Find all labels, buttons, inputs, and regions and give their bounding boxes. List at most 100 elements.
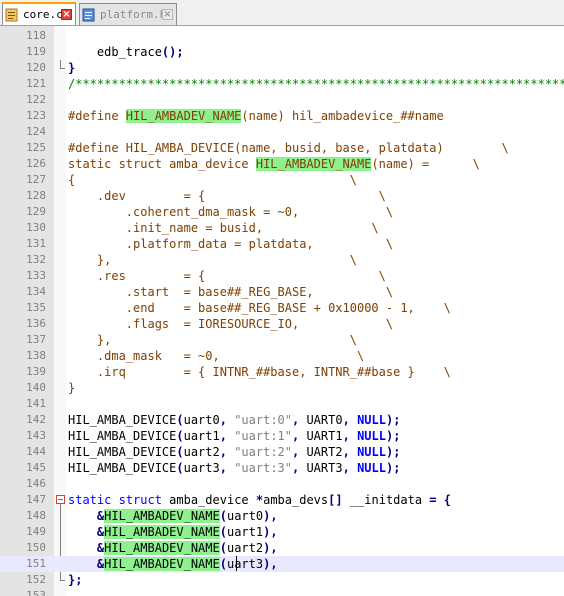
line-number: 149 bbox=[26, 525, 46, 538]
code-line[interactable]: 142 HIL_AMBA_DEVICE(uart0, "uart:0", UART… bbox=[0, 412, 564, 428]
highlighted-token: HIL_AMBADEV_NAME bbox=[104, 541, 220, 555]
code-text: .platform_data = platdata, \ bbox=[68, 236, 393, 252]
code-token: , bbox=[270, 541, 278, 555]
code-line[interactable]: 131 .platform_data = platdata, \ bbox=[0, 236, 564, 252]
code-line[interactable]: 133 .res = { \ bbox=[0, 268, 564, 284]
code-line[interactable]: 129 .coherent_dma_mask = ~0, \ bbox=[0, 204, 564, 220]
code-token: , bbox=[342, 429, 350, 443]
code-line[interactable]: 132 }, \ bbox=[0, 252, 564, 268]
highlighted-token: HIL_AMBADEV_NAME bbox=[104, 525, 220, 539]
code-token: ( bbox=[176, 445, 184, 459]
line-number: 135 bbox=[26, 301, 46, 314]
line-number: 133 bbox=[26, 269, 46, 282]
code-token: ; bbox=[393, 413, 401, 427]
code-line[interactable]: 136 .flags = IORESOURCE_IO, \ bbox=[0, 316, 564, 332]
code-text: .start = base##_REG_BASE, \ bbox=[68, 284, 393, 300]
line-number: 148 bbox=[26, 509, 46, 522]
code-text: HIL_AMBA_DEVICE(uart2, "uart:2", UART2, … bbox=[68, 444, 400, 460]
code-line[interactable]: 144 HIL_AMBA_DEVICE(uart2, "uart:2", UART… bbox=[0, 444, 564, 460]
code-line[interactable]: 150 &HIL_AMBADEV_NAME(uart2), bbox=[0, 540, 564, 556]
code-token: { \ bbox=[68, 173, 357, 187]
code-line[interactable]: 135 .end = base##_REG_BASE + 0x10000 - 1… bbox=[0, 300, 564, 316]
code-token: ( bbox=[219, 557, 227, 571]
close-icon[interactable]: × bbox=[162, 9, 173, 20]
code-token: .start = base##_REG_BASE, \ bbox=[68, 285, 394, 299]
code-line[interactable]: 145 HIL_AMBA_DEVICE(uart3, "uart:3", UART… bbox=[0, 460, 564, 476]
code-line[interactable]: 134 .start = base##_REG_BASE, \ bbox=[0, 284, 564, 300]
code-line[interactable]: 153 bbox=[0, 588, 564, 596]
code-token: [] bbox=[328, 493, 343, 507]
code-token: UART3 bbox=[299, 461, 343, 475]
code-line[interactable]: 127 { \ bbox=[0, 172, 564, 188]
code-token: , bbox=[219, 461, 227, 475]
code-text: HIL_AMBA_DEVICE(uart3, "uart:3", UART3, … bbox=[68, 460, 400, 476]
code-token: HIL_AMBA_DEVICE bbox=[68, 429, 177, 443]
code-line[interactable]: 125 #define HIL_AMBA_DEVICE(name, busid, … bbox=[0, 140, 564, 156]
code-line[interactable]: 141 bbox=[0, 396, 564, 412]
line-number: 152 bbox=[26, 573, 46, 586]
tab-core-c[interactable]: core.c × bbox=[2, 2, 76, 25]
file-icon bbox=[5, 8, 18, 21]
code-line[interactable]: 149 &HIL_AMBADEV_NAME(uart1), bbox=[0, 524, 564, 540]
code-token: static struct amba_device bbox=[68, 157, 256, 171]
code-token: ( bbox=[219, 525, 227, 539]
code-line[interactable]: 152}; bbox=[0, 572, 564, 588]
code-token: struct bbox=[118, 493, 162, 507]
code-line[interactable]: 151 &HIL_AMBADEV_NAME(uart3), bbox=[0, 556, 564, 572]
code-text: .res = { \ bbox=[68, 268, 386, 284]
code-token: uart3 bbox=[183, 461, 220, 475]
code-line[interactable]: 143 HIL_AMBA_DEVICE(uart1, "uart:1", UART… bbox=[0, 428, 564, 444]
code-line[interactable]: 120} bbox=[0, 60, 564, 76]
code-text: } bbox=[68, 60, 75, 76]
code-token: ; bbox=[393, 445, 401, 459]
code-token: , bbox=[219, 429, 227, 443]
code-line[interactable]: 128 .dev = { \ bbox=[0, 188, 564, 204]
code-text: }, \ bbox=[68, 252, 357, 268]
code-line[interactable]: 130 .init_name = busid, \ bbox=[0, 220, 564, 236]
code-line[interactable]: 122 bbox=[0, 92, 564, 108]
code-token: , bbox=[219, 413, 227, 427]
highlighted-token: HIL_AMBADEV_NAME bbox=[255, 157, 372, 171]
line-number: 151 bbox=[26, 557, 46, 570]
code-token: NULL bbox=[357, 429, 386, 443]
code-line[interactable]: 124 bbox=[0, 124, 564, 140]
line-number: 142 bbox=[26, 413, 46, 426]
code-token: ( bbox=[176, 413, 184, 427]
code-token: ( bbox=[176, 429, 184, 443]
code-line[interactable]: 119 edb_trace(); bbox=[0, 44, 564, 60]
highlighted-token: HIL_AMBADEV_NAME bbox=[104, 557, 220, 571]
code-line[interactable]: 121 /************************************… bbox=[0, 76, 564, 92]
line-number: 122 bbox=[26, 93, 46, 106]
code-line[interactable]: 148 &HIL_AMBADEV_NAME(uart0), bbox=[0, 508, 564, 524]
code-token: __initdata bbox=[342, 493, 430, 507]
line-number: 137 bbox=[26, 333, 46, 346]
line-number: 147 bbox=[26, 493, 46, 506]
code-line[interactable]: 138 .dma_mask = ~0, \ bbox=[0, 348, 564, 364]
tab-label: core.c bbox=[23, 8, 61, 21]
code-line[interactable]: 147 static struct amba_device *amba_devs[… bbox=[0, 492, 564, 508]
code-token: UART0 bbox=[299, 413, 343, 427]
code-token: uart1 bbox=[226, 525, 264, 539]
code-line[interactable]: 140} bbox=[0, 380, 564, 396]
code-line[interactable]: 118 bbox=[0, 28, 564, 44]
code-editor[interactable]: 118 119 edb_trace(); 120} 121/*************… bbox=[0, 26, 564, 596]
code-line[interactable]: 139 .irq = { INTNR_##base, INTNR_##base … bbox=[0, 364, 564, 380]
code-line[interactable]: 137 }, \ bbox=[0, 332, 564, 348]
code-token: .res = { \ bbox=[68, 269, 386, 283]
code-line[interactable]: 126 static struct amba_device HIL_AMBADEV… bbox=[0, 156, 564, 172]
line-number: 139 bbox=[26, 365, 46, 378]
tab-platform-h[interactable]: platform.h × bbox=[79, 3, 177, 25]
tab-label: platform.h bbox=[100, 8, 162, 21]
code-token: .init_name = busid, \ bbox=[68, 221, 379, 235]
code-token: } bbox=[68, 381, 76, 395]
code-line[interactable]: 146 bbox=[0, 476, 564, 492]
code-line[interactable]: 123 #define HIL_AMBADEV_NAME(name) hil_am… bbox=[0, 108, 564, 124]
line-number: 125 bbox=[26, 141, 46, 154]
code-text: } bbox=[68, 380, 75, 396]
close-icon[interactable]: × bbox=[61, 9, 72, 20]
line-number: 143 bbox=[26, 429, 46, 442]
